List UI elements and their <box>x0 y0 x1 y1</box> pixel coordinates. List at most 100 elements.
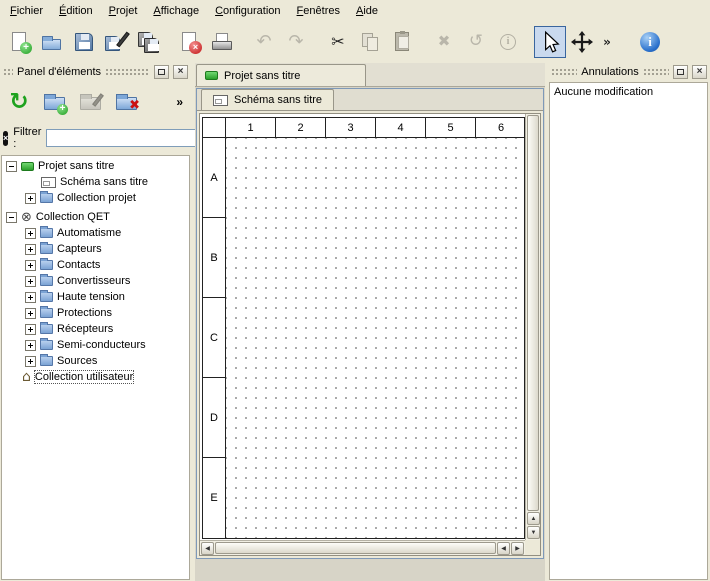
scroll-down-button[interactable]: ▼ <box>527 526 540 539</box>
vertical-scrollbar[interactable]: ▲ ▼ <box>525 114 540 540</box>
delete-button[interactable]: ✖ <box>428 26 460 58</box>
row-header: E <box>203 458 225 538</box>
panel-overflow-button[interactable]: » <box>176 95 183 109</box>
tree-item-capteurs[interactable]: Capteurs <box>2 241 189 257</box>
toolbar-separator <box>238 26 248 58</box>
menu-edition[interactable]: Édition <box>51 2 101 20</box>
toolbar-separator <box>418 26 428 58</box>
schema-view: 1 2 3 4 5 6 A B C D <box>199 113 541 556</box>
edit-element-button[interactable] <box>74 85 108 119</box>
expand-icon[interactable] <box>25 308 36 319</box>
clear-filter-button[interactable]: × <box>3 131 8 146</box>
pan-mode-button[interactable] <box>566 26 598 58</box>
tree-item-convertisseurs[interactable]: Convertisseurs <box>2 273 189 289</box>
diagram-info-button[interactable]: i <box>492 26 524 58</box>
tree-item-automatisme[interactable]: Automatisme <box>2 225 189 241</box>
redo-button[interactable]: ↷ <box>280 26 312 58</box>
undo-button[interactable]: ↶ <box>248 26 280 58</box>
new-document-icon <box>8 30 32 54</box>
menu-projet[interactable]: Projet <box>101 2 146 20</box>
expand-icon[interactable] <box>25 292 36 303</box>
close-file-button[interactable] <box>174 26 206 58</box>
rotate-button[interactable]: ↺ <box>460 26 492 58</box>
menu-fichier[interactable]: Fichier <box>2 2 51 20</box>
tree-item-sources[interactable]: Sources <box>2 353 189 369</box>
expand-icon[interactable] <box>25 244 36 255</box>
paste-button[interactable] <box>386 26 418 58</box>
collapse-icon[interactable] <box>6 212 17 223</box>
undo-history-list[interactable]: Aucune modification <box>549 82 708 580</box>
dock-float-button[interactable] <box>154 65 169 79</box>
dock-handle[interactable] <box>551 68 577 76</box>
cut-button[interactable]: ✂ <box>322 26 354 58</box>
cursor-arrow-icon <box>538 30 562 54</box>
menu-configuration[interactable]: Configuration <box>207 2 288 20</box>
dock-close-button[interactable]: × <box>173 65 188 79</box>
arrow-up-icon: ▲ <box>531 516 537 522</box>
copy-button[interactable] <box>354 26 386 58</box>
tree-item-label: Haute tension <box>57 291 125 303</box>
new-document-button[interactable] <box>4 26 36 58</box>
schema-tab[interactable]: Schéma sans titre <box>201 89 334 110</box>
folder-icon <box>40 324 53 334</box>
tree-item-project[interactable]: Projet sans titre <box>2 158 189 174</box>
schema-tab-label: Schéma sans titre <box>234 94 322 106</box>
scroll-up-button[interactable]: ▲ <box>527 512 540 525</box>
menu-fenetres[interactable]: Fenêtres <box>289 2 348 20</box>
undo-list-item[interactable]: Aucune modification <box>554 86 703 98</box>
folder-icon <box>40 228 53 238</box>
expand-icon[interactable] <box>25 193 36 204</box>
tree-item-protections[interactable]: Protections <box>2 305 189 321</box>
expand-icon[interactable] <box>25 324 36 335</box>
about-button[interactable]: i <box>634 26 666 58</box>
save-button[interactable] <box>68 26 100 58</box>
save-all-button[interactable] <box>132 26 164 58</box>
project-tab[interactable]: Projet sans titre <box>196 64 366 86</box>
tree-item-collection-utilisateur[interactable]: ⌂ Collection utilisateur <box>2 369 189 385</box>
menu-aide[interactable]: Aide <box>348 2 386 20</box>
filter-input[interactable] <box>46 129 196 147</box>
save-as-button[interactable] <box>100 26 132 58</box>
dock-handle[interactable] <box>643 68 669 76</box>
dock-float-button[interactable] <box>673 65 688 79</box>
dot-grid[interactable] <box>226 138 524 538</box>
scroll-left-button[interactable]: ◀ <box>497 542 510 555</box>
select-mode-button[interactable] <box>534 26 566 58</box>
vertical-scroll-thumb[interactable] <box>527 115 539 511</box>
scroll-right-button[interactable]: ▶ <box>511 542 524 555</box>
dock-handle[interactable] <box>105 68 150 76</box>
tree-item-label: Contacts <box>57 259 100 271</box>
collapse-icon[interactable] <box>6 161 17 172</box>
tree-item-contacts[interactable]: Contacts <box>2 257 189 273</box>
tree-item-label: Schéma sans titre <box>60 176 148 188</box>
tree-item-label: Sources <box>57 355 97 367</box>
scroll-left-button[interactable]: ◀ <box>201 542 214 555</box>
expand-icon[interactable] <box>25 228 36 239</box>
horizontal-scroll-thumb[interactable] <box>215 542 496 554</box>
reload-collections-button[interactable]: ↻ <box>2 85 36 119</box>
tree-item-label: Automatisme <box>57 227 121 239</box>
delete-element-button[interactable]: ✖ <box>110 85 144 119</box>
expand-icon[interactable] <box>25 276 36 287</box>
toolbar-overflow-button[interactable]: » <box>598 26 616 58</box>
expand-icon[interactable] <box>25 356 36 367</box>
column-header: 6 <box>476 118 525 138</box>
expand-icon[interactable] <box>25 260 36 271</box>
close-icon: × <box>178 66 184 77</box>
new-element-button[interactable] <box>38 85 72 119</box>
expand-icon[interactable] <box>25 340 36 351</box>
tree-item-collection-qet[interactable]: ⊗ Collection QET <box>2 209 189 225</box>
horizontal-scrollbar[interactable]: ◀ ◀ ▶ <box>200 540 525 555</box>
dock-close-button[interactable]: × <box>692 65 707 79</box>
dock-handle[interactable] <box>3 68 13 76</box>
open-project-button[interactable] <box>36 26 68 58</box>
tree-item-recepteurs[interactable]: Récepteurs <box>2 321 189 337</box>
menu-affichage[interactable]: Affichage <box>145 2 207 20</box>
print-button[interactable] <box>206 26 238 58</box>
tree-item-haute-tension[interactable]: Haute tension <box>2 289 189 305</box>
tree-item-collection-projet[interactable]: Collection projet <box>2 190 189 206</box>
delete-icon: ✖ <box>438 34 451 49</box>
tree-item-schema[interactable]: Schéma sans titre <box>2 174 189 190</box>
schema-canvas[interactable]: 1 2 3 4 5 6 A B C D <box>200 114 525 540</box>
tree-item-semi-conducteurs[interactable]: Semi-conducteurs <box>2 337 189 353</box>
